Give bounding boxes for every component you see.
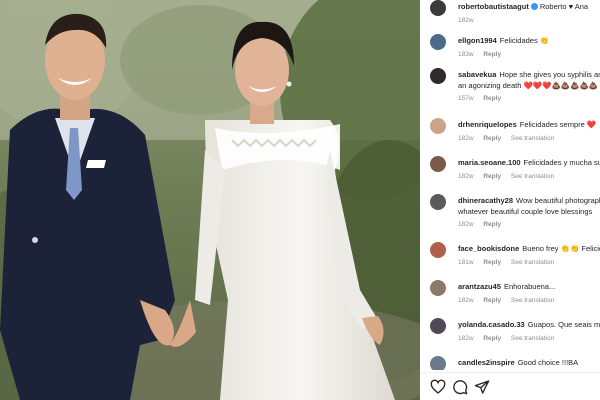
see-translation-link[interactable]: See translation xyxy=(511,297,554,304)
reply-button[interactable]: Reply xyxy=(483,297,501,304)
like-icon[interactable] xyxy=(430,379,446,395)
comment-text: Roberto ♥ Ana xyxy=(539,2,589,11)
comment-item: candles2inspire Good choice !!!BA xyxy=(420,356,600,370)
avatar[interactable] xyxy=(430,34,446,50)
comment-time: 182w xyxy=(458,297,474,304)
comment-time: 182w xyxy=(458,17,474,24)
comment-time: 157w xyxy=(458,95,474,102)
see-translation-link[interactable]: See translation xyxy=(511,259,554,266)
comment-icon[interactable] xyxy=(452,379,468,395)
avatar[interactable] xyxy=(430,68,446,84)
comment-item: dhineracathy28 Wow beautiful photograph, … xyxy=(420,194,600,234)
see-translation-link[interactable]: See translation xyxy=(511,335,554,342)
comment-item: drhenriquelopes Felicidades sempre ❤️ 182… xyxy=(420,118,600,152)
post-viewer: robertobautistaagut Roberto ♥ Ana 182w el… xyxy=(0,0,600,400)
comment-item: sabavekua Hope she gives you syphilis and… xyxy=(420,68,600,108)
comment-item: robertobautistaagut Roberto ♥ Ana 182w xyxy=(420,0,600,34)
avatar[interactable] xyxy=(430,280,446,296)
share-icon[interactable] xyxy=(474,379,490,395)
avatar[interactable] xyxy=(430,118,446,134)
avatar[interactable] xyxy=(430,356,446,370)
comment-username[interactable]: candles2inspire xyxy=(458,358,515,367)
comment-username[interactable]: arantzazu45 xyxy=(458,282,501,291)
reply-button[interactable]: Reply xyxy=(483,259,501,266)
post-photo[interactable] xyxy=(0,0,420,400)
comment-username[interactable]: drhenriquelopes xyxy=(458,120,517,129)
comment-time: 183w xyxy=(458,51,474,58)
comment-username[interactable]: sabavekua xyxy=(458,70,496,79)
comment-time: 181w xyxy=(458,259,474,266)
comments-panel: robertobautistaagut Roberto ♥ Ana 182w el… xyxy=(420,0,600,400)
reply-button[interactable]: Reply xyxy=(483,51,501,58)
avatar[interactable] xyxy=(430,156,446,172)
comment-username[interactable]: robertobautistaagut xyxy=(458,2,529,11)
comment-item: yolanda.casado.33Guapos. Que seais muy f… xyxy=(420,318,600,352)
verified-badge-icon xyxy=(530,3,538,10)
comment-time: 182w xyxy=(458,173,474,180)
comment-text: Good choice !!!BA xyxy=(517,358,579,367)
avatar[interactable] xyxy=(430,0,446,16)
comment-text: Bueno frey 👏👏 Felicidades xyxy=(522,244,600,253)
comment-username[interactable]: dhineracathy28 xyxy=(458,196,513,205)
reply-button[interactable]: Reply xyxy=(483,173,501,180)
comment-time: 182w xyxy=(458,135,474,142)
comment-time: 182w xyxy=(458,335,474,342)
avatar[interactable] xyxy=(430,194,446,210)
comment-username[interactable]: face_bookisdone xyxy=(458,244,519,253)
comment-username[interactable]: yolanda.casado.33 xyxy=(458,320,525,329)
comment-text: Guapos. Que seais muy felices xyxy=(527,320,600,329)
avatar[interactable] xyxy=(430,318,446,334)
avatar[interactable] xyxy=(430,242,446,258)
comment-text: Felicidades y mucha suerte xyxy=(523,158,600,167)
comment-item: face_bookisdoneBueno frey 👏👏 Felicidades… xyxy=(420,242,600,276)
reply-button[interactable]: Reply xyxy=(483,95,501,102)
comment-username[interactable]: ellgon1994 xyxy=(458,36,497,45)
reply-button[interactable]: Reply xyxy=(483,221,501,228)
wedding-photo-illustration xyxy=(0,0,420,400)
comment-time: 182w xyxy=(458,221,474,228)
comment-item: maria.seoane.100Felicidades y mucha suer… xyxy=(420,156,600,190)
see-translation-link[interactable]: See translation xyxy=(511,135,554,142)
comment-text: Enhorabuena... xyxy=(503,282,556,291)
reply-button[interactable]: Reply xyxy=(483,335,501,342)
comment-item: arantzazu45 Enhorabuena... 182w Reply See… xyxy=(420,280,600,314)
comment-text: Felicidades sempre ❤️ xyxy=(519,120,597,129)
comments-list[interactable]: robertobautistaagut Roberto ♥ Ana 182w el… xyxy=(420,0,600,370)
reply-button[interactable]: Reply xyxy=(483,135,501,142)
comment-item: ellgon1994 Felicidades 👏 183w Reply xyxy=(420,34,600,68)
comment-username[interactable]: maria.seoane.100 xyxy=(458,158,521,167)
comment-text: Felicidades 👏 xyxy=(499,36,550,45)
post-actions-bar xyxy=(420,372,600,400)
see-translation-link[interactable]: See translation xyxy=(511,173,554,180)
